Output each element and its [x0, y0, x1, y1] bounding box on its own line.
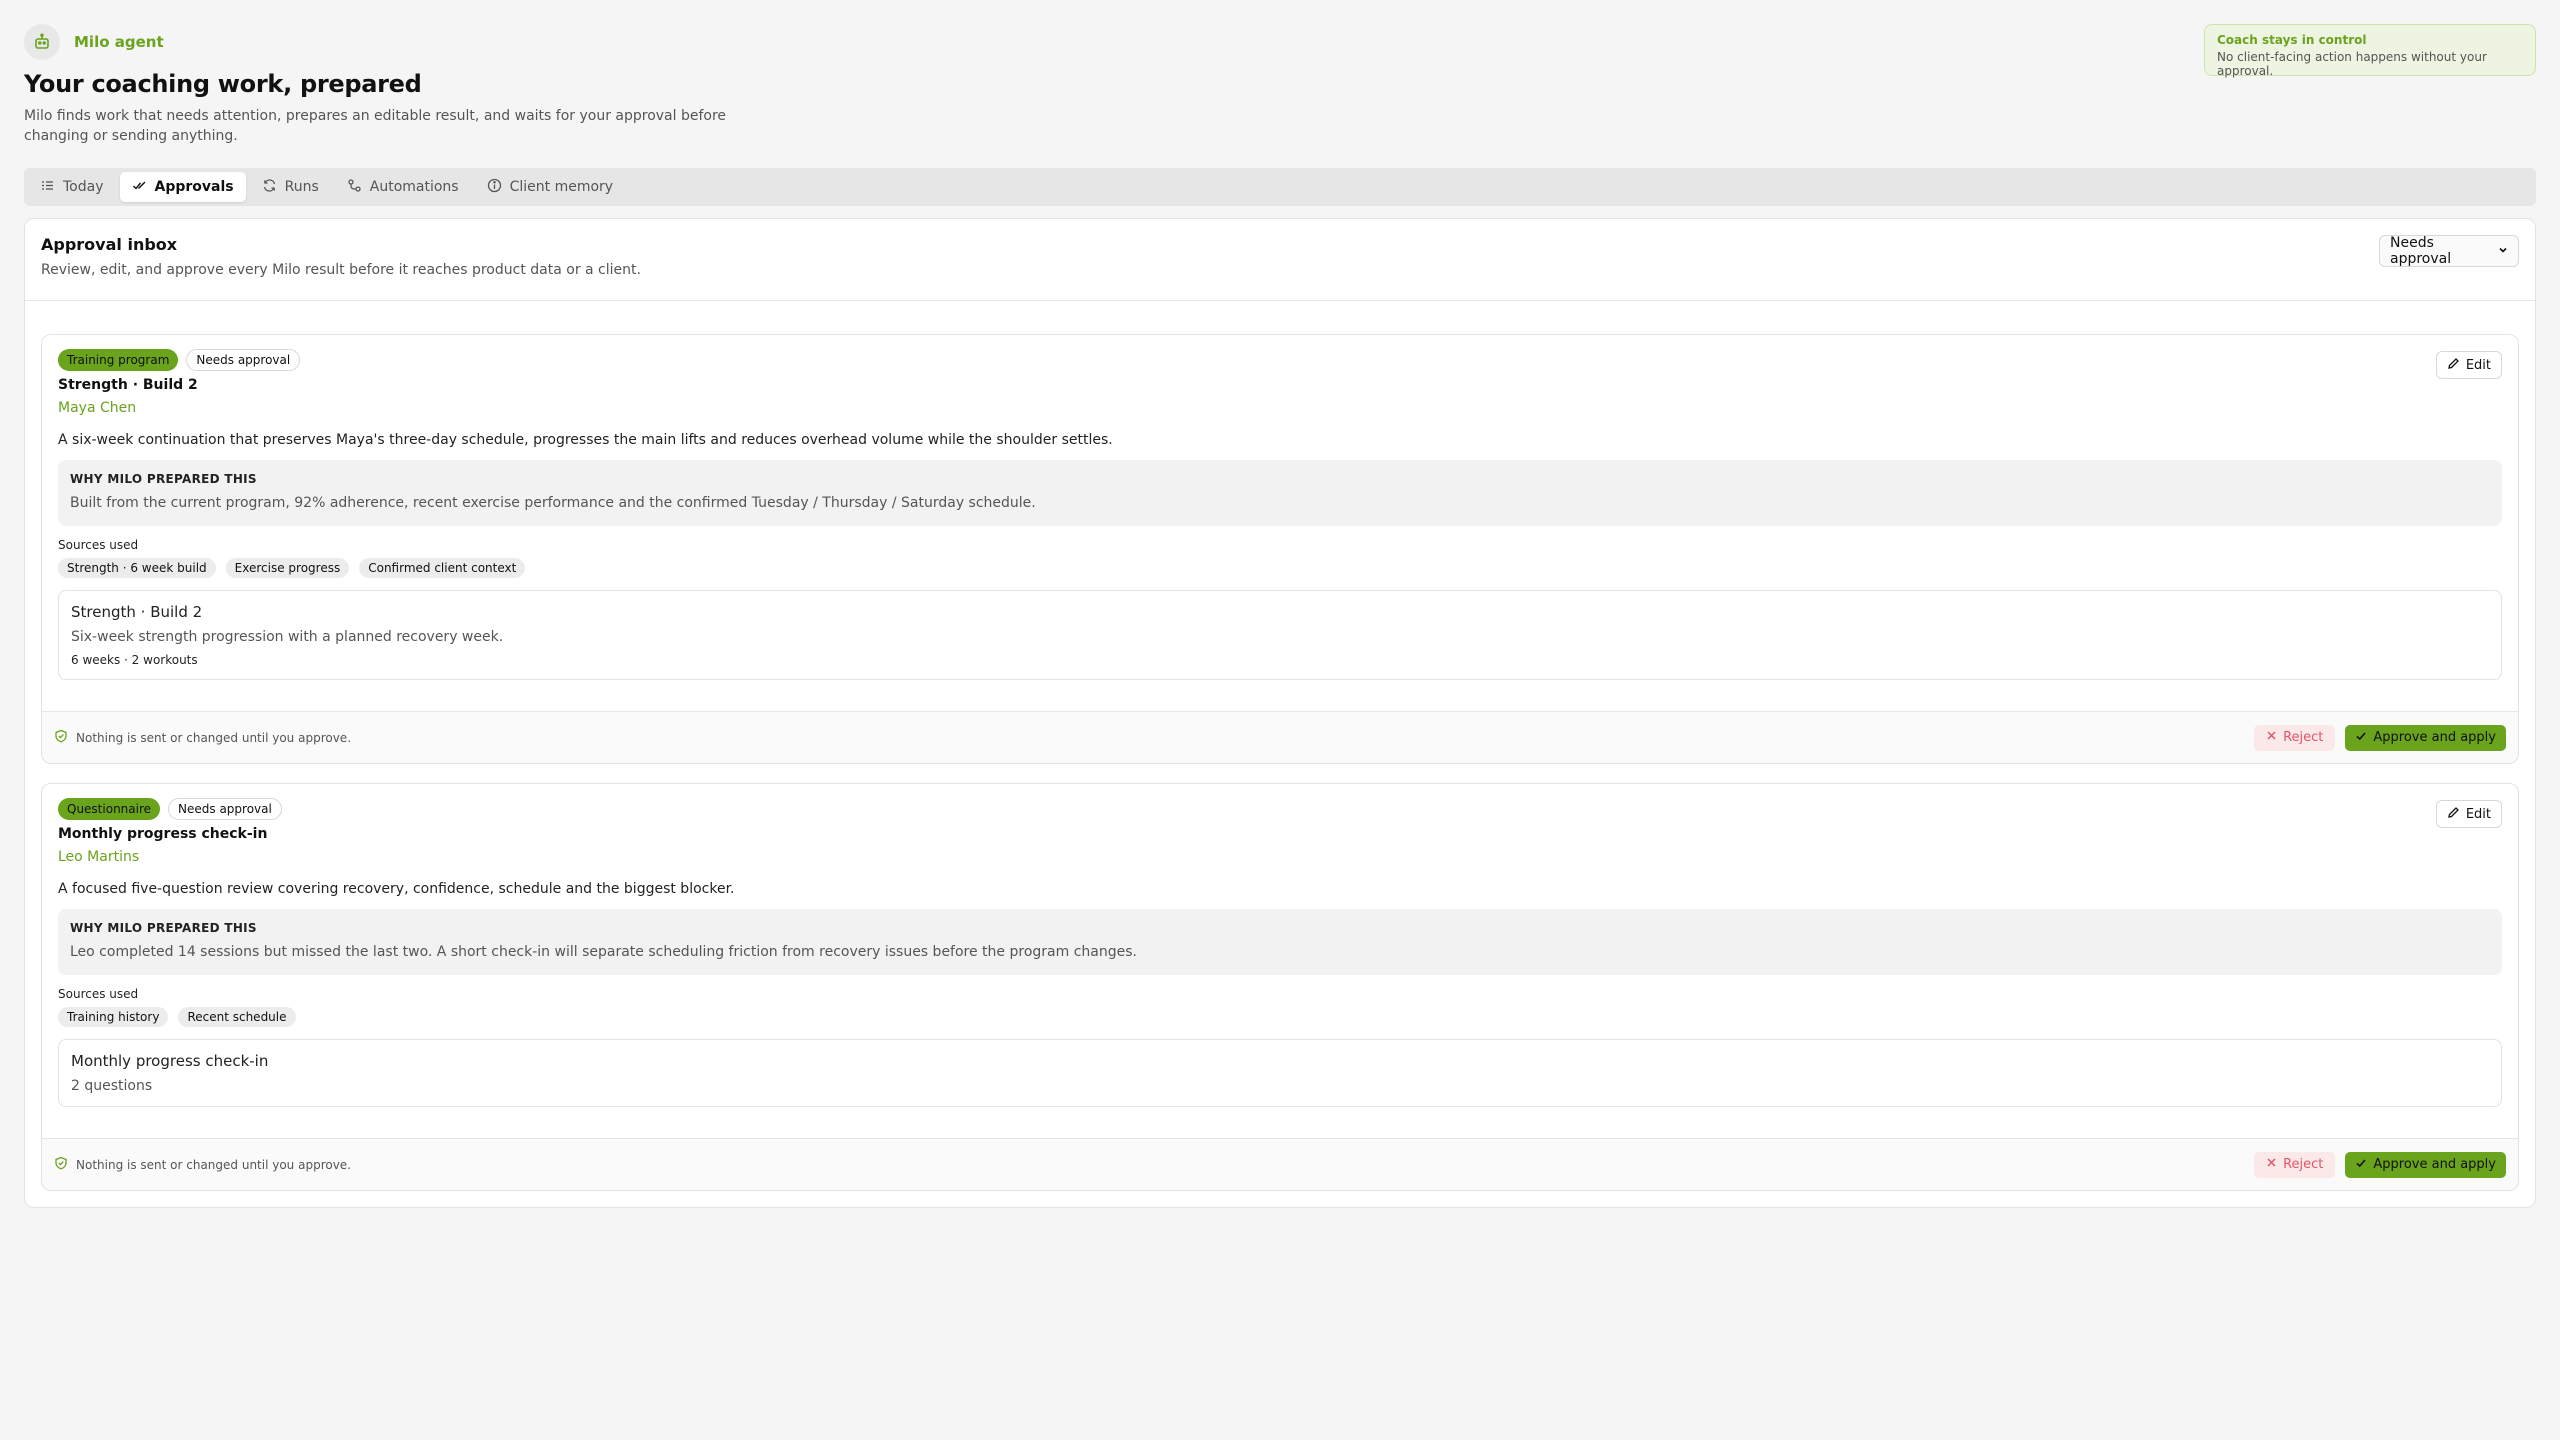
card-footer: Nothing is sent or changed until you app… — [42, 711, 2518, 763]
inbox-header: Approval inbox Review, edit, and approve… — [25, 219, 2535, 301]
shield-check-icon — [54, 729, 68, 746]
brand: Milo agent — [24, 24, 2536, 60]
client-name[interactable]: Maya Chen — [58, 400, 2502, 416]
robot-icon — [24, 24, 60, 60]
control-notice-title: Coach stays in control — [2217, 33, 2367, 47]
status-badge: Needs approval — [168, 798, 282, 820]
why-label: WHY MILO PREPARED THIS — [70, 921, 257, 935]
check-icon — [2355, 730, 2367, 746]
approve-label: Approve and apply — [2373, 730, 2496, 745]
page: Milo agent Your coaching work, prepared … — [24, 24, 2536, 1208]
result-preview: Monthly progress check-in 2 questions — [58, 1039, 2502, 1107]
edit-label: Edit — [2465, 806, 2491, 822]
status-filter-select[interactable]: Needs approval — [2379, 235, 2519, 267]
reject-label: Reject — [2283, 1157, 2324, 1172]
check-icon — [2355, 1157, 2367, 1173]
page-description: Milo finds work that needs attention, pr… — [24, 108, 727, 144]
sources-label: Sources used — [58, 987, 139, 1001]
card-footer: Nothing is sent or changed until you app… — [42, 1138, 2518, 1190]
close-icon — [2266, 1157, 2277, 1172]
status-badge: Needs approval — [186, 349, 301, 371]
tab-label: Today — [63, 179, 104, 195]
control-notice: Coach stays in control No client-facing … — [2204, 24, 2536, 78]
preview-subtitle: Six-week strength progression with a pla… — [71, 629, 504, 645]
filter-value: Needs approval — [2390, 235, 2452, 267]
card-title: Strength · Build 2 — [58, 377, 198, 393]
approval-inbox-panel: Approval inbox Review, edit, and approve… — [24, 218, 2536, 1208]
approval-note: Nothing is sent or changed until you app… — [54, 1156, 351, 1173]
approval-note: Nothing is sent or changed until you app… — [54, 729, 351, 746]
brand-name: Milo agent — [74, 33, 164, 51]
reject-button[interactable]: Reject — [2254, 1151, 2336, 1178]
source-chip: Recent schedule — [178, 1007, 296, 1027]
edit-label: Edit — [2465, 357, 2491, 373]
refresh-icon — [262, 178, 277, 197]
why-text: Built from the current program, 92% adhe… — [70, 495, 1036, 511]
approval-card: Training program Needs approval Strength… — [41, 334, 2519, 764]
source-chip: Confirmed client context — [359, 558, 526, 578]
approve-and-apply-button[interactable]: Approve and apply — [2345, 724, 2506, 751]
source-chip: Exercise progress — [225, 558, 350, 578]
tab-today[interactable]: Today — [28, 172, 116, 202]
preview-subtitle: 2 questions — [71, 1078, 153, 1094]
why-prepared-box: WHY MILO PREPARED THIS Leo completed 14 … — [58, 909, 2502, 975]
approve-label: Approve and apply — [2373, 1157, 2496, 1172]
preview-meta: 6 weeks · 2 workouts — [71, 653, 198, 667]
tab-label: Runs — [284, 179, 319, 195]
approval-note-text: Nothing is sent or changed until you app… — [76, 730, 352, 745]
sources-list: Training history Recent schedule — [58, 1007, 2502, 1027]
list-icon — [40, 178, 55, 197]
info-icon — [487, 178, 502, 197]
why-label: WHY MILO PREPARED THIS — [70, 472, 257, 486]
tab-label: Client memory — [509, 179, 614, 195]
chevron-down-icon — [2498, 243, 2508, 259]
type-badge: Training program — [58, 349, 179, 371]
sources-label: Sources used — [58, 538, 139, 552]
card-summary: A focused five-question review covering … — [58, 881, 735, 897]
reject-label: Reject — [2283, 730, 2324, 745]
edit-button[interactable]: Edit — [2435, 800, 2502, 828]
shield-check-icon — [54, 1156, 68, 1173]
tab-runs[interactable]: Runs — [250, 172, 331, 202]
page-title: Your coaching work, prepared — [24, 70, 422, 98]
preview-title: Monthly progress check-in — [71, 1052, 269, 1070]
pencil-icon — [2447, 357, 2460, 374]
tab-bar: Today Approvals Runs Automations Client … — [24, 168, 2536, 206]
source-chip: Strength · 6 week build — [58, 558, 216, 578]
check-double-icon — [132, 178, 147, 197]
pencil-icon — [2447, 806, 2460, 823]
approval-card: Questionnaire Needs approval Monthly pro… — [41, 783, 2519, 1191]
preview-title: Strength · Build 2 — [71, 603, 203, 621]
approve-and-apply-button[interactable]: Approve and apply — [2345, 1151, 2506, 1178]
card-title: Monthly progress check-in — [58, 826, 268, 842]
why-prepared-box: WHY MILO PREPARED THIS Built from the cu… — [58, 460, 2502, 526]
close-icon — [2266, 730, 2277, 745]
client-name[interactable]: Leo Martins — [58, 849, 2502, 865]
workflow-icon — [347, 178, 362, 197]
tab-automations[interactable]: Automations — [335, 172, 471, 202]
tab-approvals[interactable]: Approvals — [119, 172, 246, 202]
card-summary: A six-week continuation that preserves M… — [58, 432, 1113, 448]
result-preview: Strength · Build 2 Six-week strength pro… — [58, 590, 2502, 680]
reject-button[interactable]: Reject — [2254, 724, 2336, 751]
tab-client-memory[interactable]: Client memory — [475, 172, 625, 202]
source-chip: Training history — [58, 1007, 169, 1027]
tab-label: Approvals — [154, 179, 234, 195]
type-badge: Questionnaire — [58, 798, 161, 820]
control-notice-text: No client-facing action happens without … — [2217, 50, 2487, 78]
approval-note-text: Nothing is sent or changed until you app… — [76, 1157, 352, 1172]
inbox-title: Approval inbox — [41, 235, 178, 254]
sources-list: Strength · 6 week build Exercise progres… — [58, 558, 2502, 578]
edit-button[interactable]: Edit — [2435, 351, 2502, 379]
why-text: Leo completed 14 sessions but missed the… — [70, 944, 1137, 960]
inbox-description: Review, edit, and approve every Milo res… — [41, 262, 641, 278]
tab-label: Automations — [369, 179, 459, 195]
